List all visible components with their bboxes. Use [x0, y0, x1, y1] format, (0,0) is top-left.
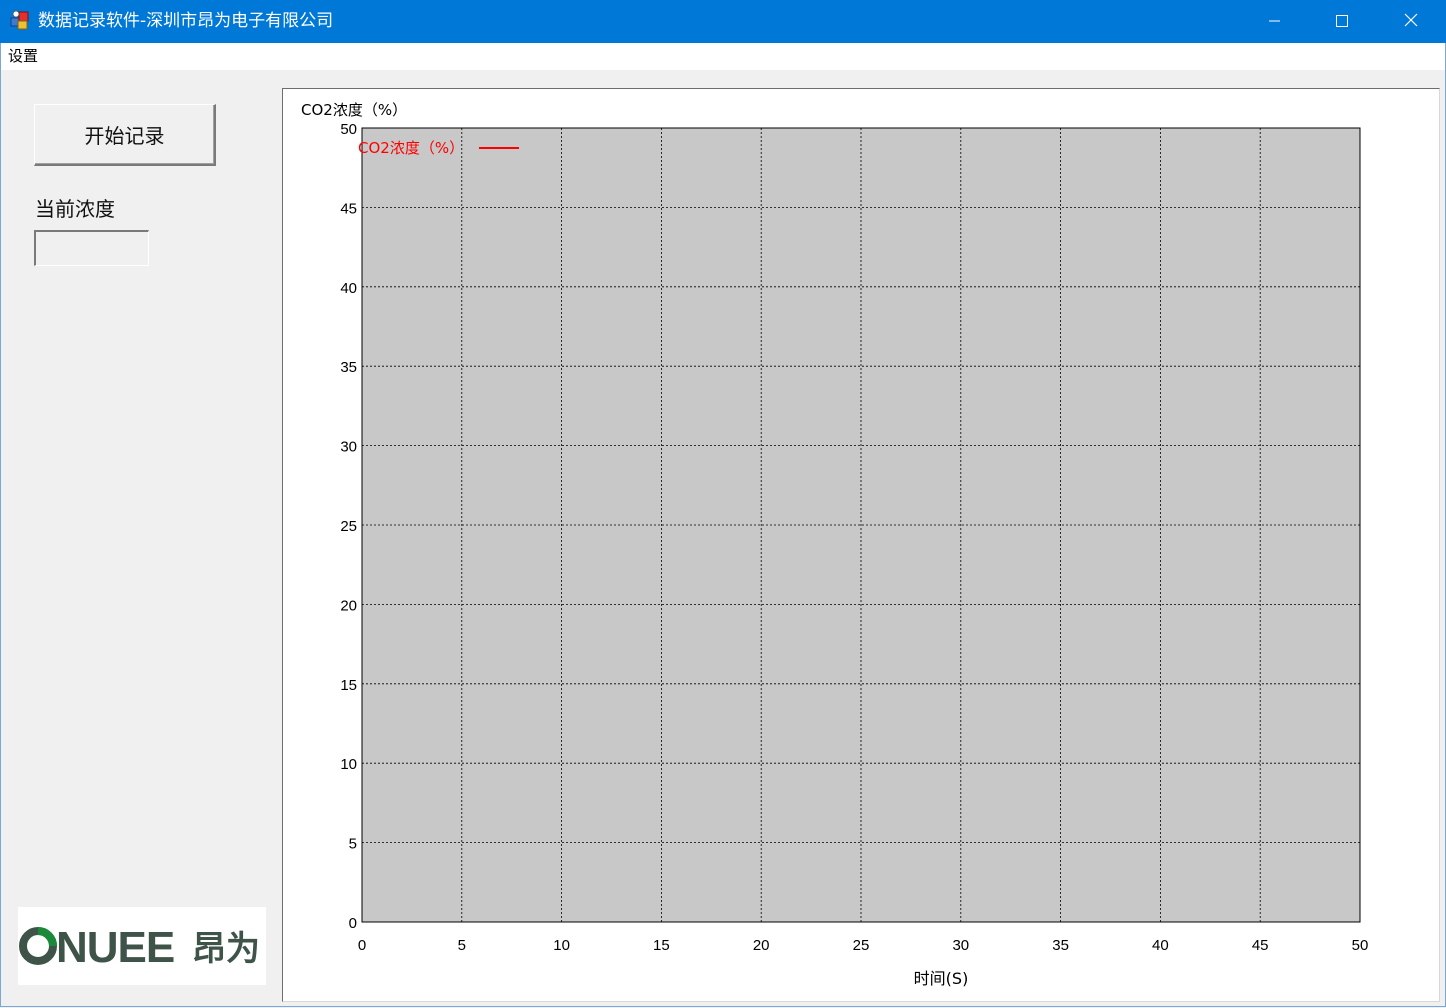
title-bar: 数据记录软件-深圳市昂为电子有限公司 [0, 0, 1446, 43]
x-tick-label: 30 [952, 937, 969, 954]
menu-item-settings[interactable]: 设置 [8, 47, 38, 66]
co2-chart: 0 5 10 15 20 25 30 35 40 45 50 0 5 10 15 20 25 30 35 40 45 50… [301, 101, 1369, 988]
y-tick-label: 15 [340, 677, 357, 694]
minimize-button[interactable] [1241, 0, 1309, 43]
y-tick-label: 50 [340, 121, 357, 138]
company-logo: NUEE 昂为 [18, 907, 266, 985]
minimize-icon [1269, 12, 1281, 31]
x-tick-label: 35 [1052, 937, 1069, 954]
y-tick-label: 20 [340, 597, 357, 614]
legend-label: CO2浓度（%） [358, 139, 464, 157]
maximize-button[interactable] [1308, 0, 1376, 43]
close-icon [1404, 12, 1418, 31]
onuee-logo-icon: NUEE 昂为 [19, 923, 260, 972]
window-title: 数据记录软件-深圳市昂为电子有限公司 [38, 11, 334, 31]
x-tick-label: 10 [553, 937, 570, 954]
y-tick-label: 30 [340, 439, 357, 456]
y-tick-label: 10 [340, 756, 357, 773]
x-tick-label: 40 [1152, 937, 1169, 954]
x-axis-title: 时间(S) [914, 969, 969, 988]
chart-panel: 0 5 10 15 20 25 30 35 40 45 50 0 5 10 15 20 25 30 35 40 45 50… [282, 88, 1440, 1002]
x-tick-label: 50 [1352, 937, 1369, 954]
x-tick-label: 15 [653, 937, 670, 954]
y-tick-label: 25 [340, 518, 357, 535]
x-tick-label: 25 [853, 937, 870, 954]
y-tick-label: 40 [340, 280, 357, 297]
y-tick-label: 5 [349, 836, 357, 853]
app-icon [9, 9, 31, 31]
svg-text:NUEE: NUEE [56, 923, 174, 972]
start-recording-button[interactable]: 开始记录 [34, 104, 216, 166]
x-tick-label: 45 [1252, 937, 1269, 954]
y-tick-label: 35 [340, 359, 357, 376]
x-tick-label: 20 [753, 937, 770, 954]
y-tick-label: 0 [349, 915, 357, 932]
svg-text:昂为: 昂为 [192, 929, 260, 969]
x-tick-label: 5 [458, 937, 466, 954]
y-axis-title: CO2浓度（%） [301, 101, 407, 119]
close-button[interactable] [1377, 0, 1445, 43]
x-tick-label: 0 [358, 937, 366, 954]
y-tick-label: 45 [340, 200, 357, 217]
maximize-icon [1336, 12, 1348, 31]
menu-bar: 设置 [0, 43, 1446, 70]
current-concentration-field[interactable] [34, 230, 149, 266]
current-concentration-label: 当前浓度 [35, 197, 115, 221]
